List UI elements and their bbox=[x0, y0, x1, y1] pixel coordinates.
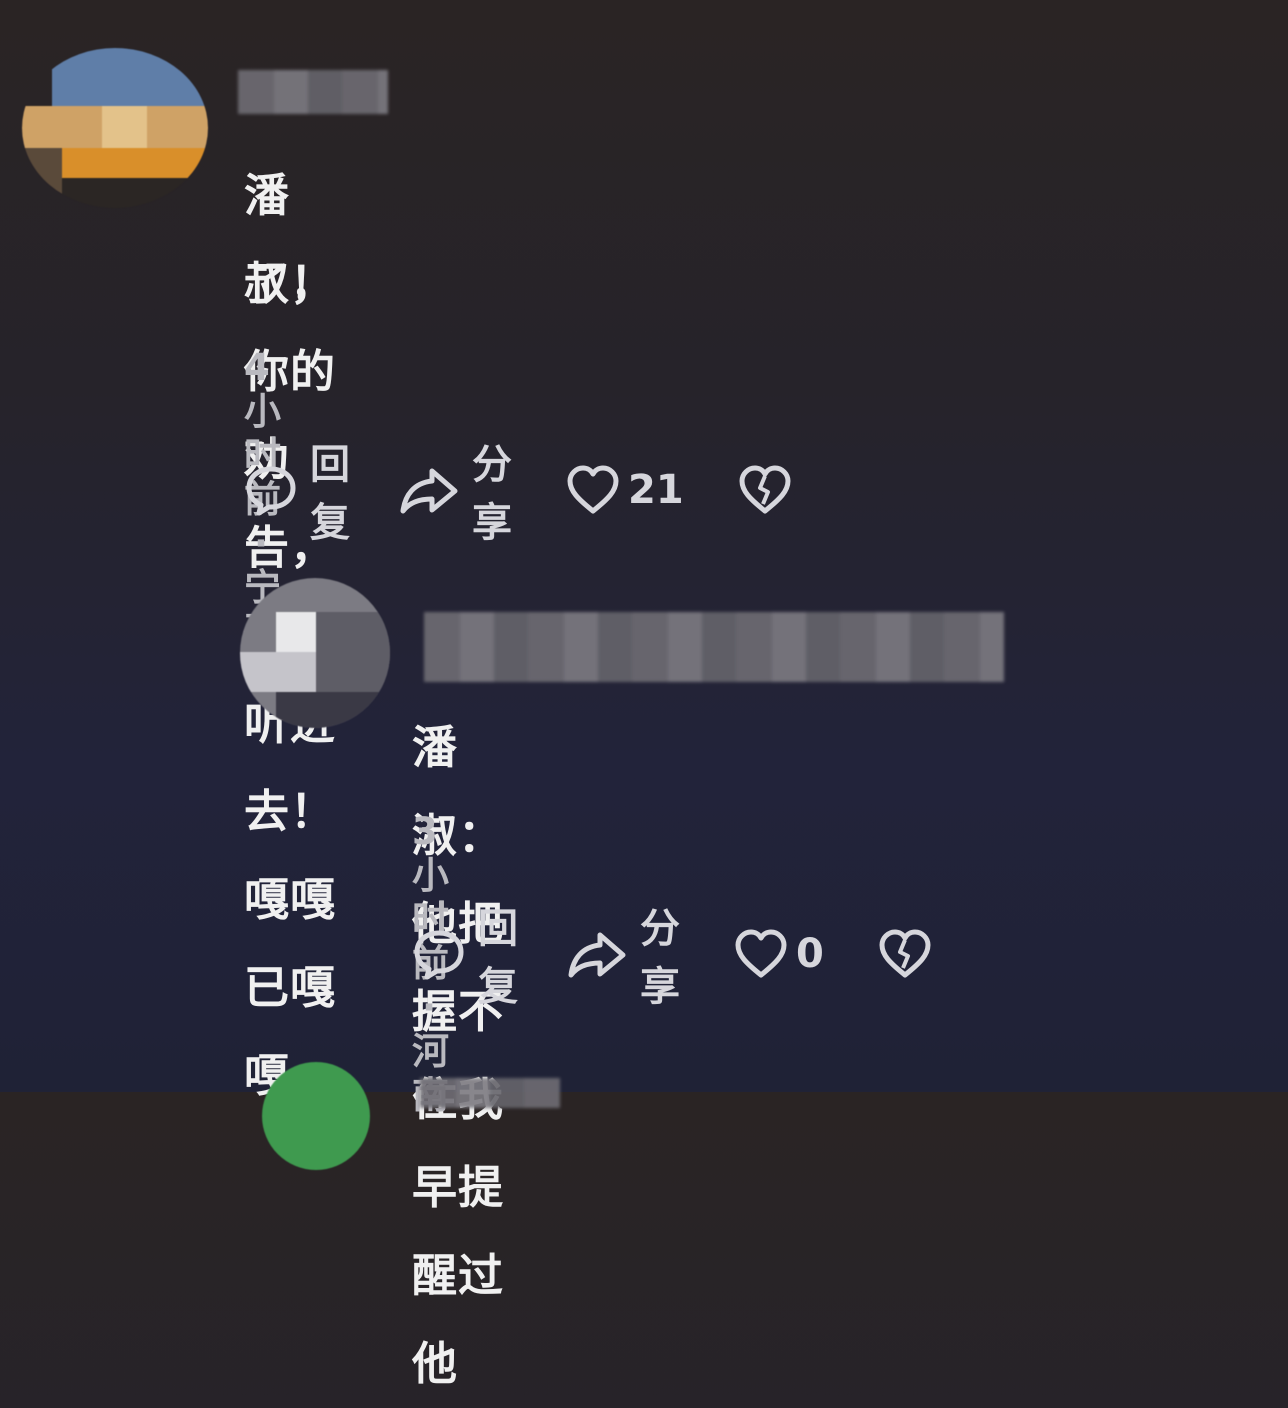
comment-actions: 回复 分享 0 bbox=[412, 906, 932, 1010]
comment-actions: 回复 分享 21 bbox=[244, 442, 792, 546]
avatar[interactable] bbox=[22, 48, 208, 208]
share-arrow-icon bbox=[398, 463, 460, 517]
heart-icon bbox=[566, 464, 620, 516]
share-label: 分享 bbox=[640, 906, 680, 1010]
comment-text-line-2: 了！ bbox=[244, 257, 337, 310]
dislike-button[interactable] bbox=[878, 928, 932, 980]
like-button[interactable]: 21 bbox=[566, 464, 684, 516]
avatar[interactable] bbox=[262, 1062, 370, 1170]
like-button[interactable]: 0 bbox=[734, 928, 824, 980]
reply-label: 回复 bbox=[478, 906, 518, 1010]
reply-button[interactable]: 回复 bbox=[244, 432, 350, 548]
avatar[interactable] bbox=[240, 578, 390, 728]
share-arrow-icon bbox=[566, 927, 628, 981]
broken-heart-icon bbox=[878, 928, 932, 980]
username-blurred[interactable] bbox=[238, 70, 388, 114]
broken-heart-icon bbox=[738, 464, 792, 516]
username-blurred[interactable] bbox=[424, 612, 1004, 682]
reply-button[interactable]: 回复 bbox=[412, 896, 518, 1012]
username-blurred[interactable] bbox=[420, 1078, 560, 1108]
share-button[interactable]: 分享 bbox=[398, 432, 512, 548]
share-label: 分享 bbox=[472, 442, 512, 546]
comment-bubble-icon bbox=[244, 463, 298, 517]
reply-label: 回复 bbox=[310, 442, 350, 546]
share-button[interactable]: 分享 bbox=[566, 896, 680, 1012]
comment-bubble-icon bbox=[412, 927, 466, 981]
like-count: 21 bbox=[628, 467, 684, 513]
dislike-button[interactable] bbox=[738, 464, 792, 516]
like-count: 0 bbox=[796, 931, 824, 977]
heart-icon bbox=[734, 928, 788, 980]
